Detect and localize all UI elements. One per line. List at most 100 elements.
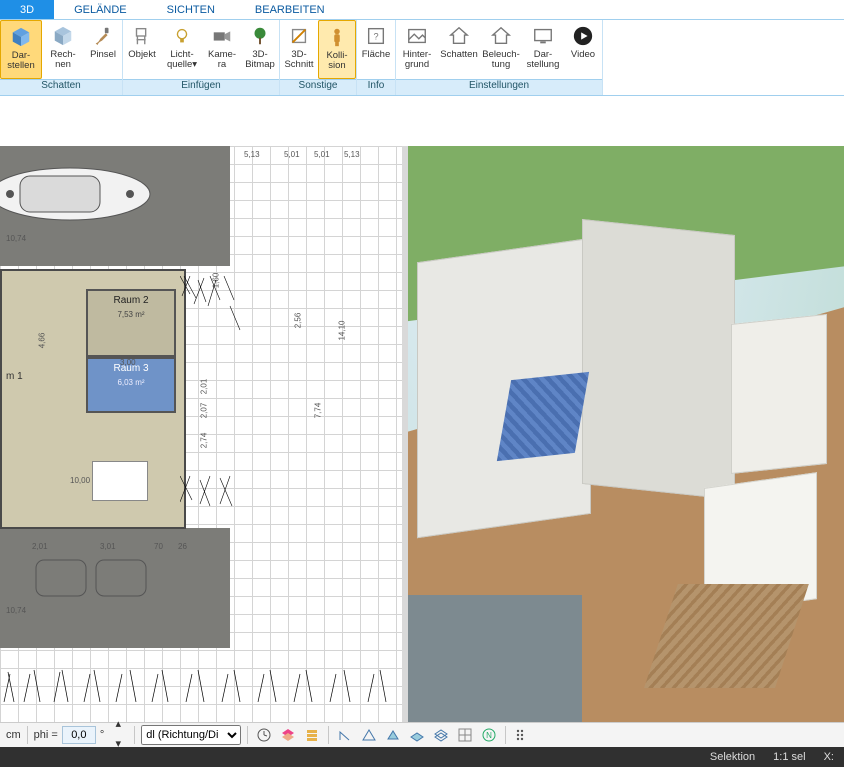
room-area: 7,53 m² (88, 306, 174, 319)
deg-label: ° (100, 729, 104, 741)
btn-3dschnitt[interactable]: 3D- Schnitt (280, 20, 318, 79)
view-3d[interactable] (408, 146, 844, 722)
car-top (0, 154, 160, 234)
dim: 4,66 (37, 333, 46, 349)
bulb-icon (170, 24, 194, 48)
room-area: 6,03 m² (88, 374, 174, 387)
btn-3dbitmap[interactable]: 3D- Bitmap (241, 20, 279, 79)
btn-label: Schatten (440, 50, 478, 60)
tab-bearbeiten[interactable]: BEARBEITEN (235, 0, 345, 19)
room-2: Raum 2 7,53 m² (86, 289, 176, 357)
dim: 10,74 (6, 234, 26, 243)
ribbon: Dar- stellen Rech- nen Pinsel Schatten (0, 20, 844, 96)
car-bot (30, 546, 150, 610)
group-einfuegen: Objekt Licht- quelle▾ Kame- ra 3D- Bitma… (123, 20, 280, 95)
btn-label: Video (571, 50, 595, 60)
viewports: 5,13 5,01 5,01 5,13 10,74 Raum 2 7,53 m²… (0, 146, 844, 722)
tab-sichten[interactable]: SICHTEN (147, 0, 235, 19)
btn-kamera[interactable]: Kame- ra (203, 20, 241, 79)
angle-icon[interactable] (335, 725, 355, 745)
background-icon (405, 24, 429, 48)
cabinet (731, 314, 827, 474)
btn-label: Dar- stellen (7, 51, 34, 71)
btn-hintergrund[interactable]: Hinter- grund (396, 20, 438, 79)
house-icon (447, 24, 471, 48)
btn-pinsel[interactable]: Pinsel (84, 20, 122, 79)
roof-icon[interactable] (431, 725, 451, 745)
stack-icon[interactable] (302, 725, 322, 745)
btn-rechnen[interactable]: Rech- nen (42, 20, 84, 79)
room-tile (497, 372, 590, 461)
status-bar: Selektion 1:1 sel X: (0, 747, 844, 767)
dim: 3,00 (120, 358, 136, 367)
n-icon[interactable]: N (479, 725, 499, 745)
tree-icon (248, 24, 272, 48)
btn-label: Dar- stellung (527, 50, 560, 70)
btn-label: Kame- ra (208, 50, 236, 70)
phi-up-icon[interactable]: ▴ (108, 715, 128, 735)
btn-label: Hinter- grund (403, 50, 432, 70)
wall (582, 219, 735, 500)
svg-text:N: N (486, 731, 492, 740)
tab-gelaende[interactable]: GELÄNDE (54, 0, 147, 19)
room-name: m 1 (6, 371, 23, 382)
btn-label: Rech- nen (50, 50, 75, 70)
btn-kollision[interactable]: Kolli- sion (318, 20, 356, 79)
room-name: Raum 2 (88, 291, 174, 306)
btn-label: Kolli- sion (326, 51, 347, 71)
phi-input[interactable] (62, 726, 96, 744)
cube-icon (51, 24, 75, 48)
dim: 10,00 (70, 476, 90, 485)
dim: 2,01 (32, 542, 48, 551)
grid-icon[interactable] (455, 725, 475, 745)
bottom-toolbar: cm phi = ° ▴ ▾ dl (Richtung/Di N (0, 722, 844, 747)
dim: 5,01 (314, 150, 330, 159)
dim: 5,13 (244, 150, 260, 159)
dim: 10,74 (6, 606, 26, 615)
grass-bottom (0, 644, 400, 702)
group-label: Einfügen (123, 79, 279, 95)
status-scale: 1:1 sel (773, 751, 805, 763)
dim: 5,13 (344, 150, 360, 159)
clock-icon[interactable] (254, 725, 274, 745)
group-label: Schatten (0, 79, 122, 95)
status-x: X: (824, 751, 834, 763)
view-2d[interactable]: 5,13 5,01 5,01 5,13 10,74 Raum 2 7,53 m²… (0, 146, 402, 722)
brush-icon (91, 24, 115, 48)
group-label: Einstellungen (396, 79, 602, 95)
btn-label: Fläche (362, 50, 391, 60)
house-icon (489, 24, 513, 48)
dim: 14,10 (338, 320, 347, 340)
edge-icon[interactable] (359, 725, 379, 745)
btn-darstellen[interactable]: Dar- stellen (0, 20, 42, 79)
group-label: Sonstige (280, 79, 356, 95)
btn-label: Objekt (128, 50, 155, 60)
direction-select[interactable]: dl (Richtung/Di (141, 725, 241, 745)
camera-icon (210, 24, 234, 48)
dim: 70 (154, 542, 163, 551)
dim: 3,01 (100, 542, 116, 551)
slab-icon[interactable] (407, 725, 427, 745)
btn-video[interactable]: Video (564, 20, 602, 79)
btn-beleuchtung[interactable]: Beleuch- tung (480, 20, 522, 79)
tab-3d[interactable]: 3D (0, 0, 54, 19)
face-icon[interactable] (383, 725, 403, 745)
screen-icon (531, 24, 555, 48)
btn-label: Licht- quelle▾ (167, 50, 197, 70)
table (92, 461, 148, 501)
phi-label: phi = (34, 729, 58, 741)
chair-icon (130, 24, 154, 48)
area-icon: ? (364, 24, 388, 48)
btn-lichtquelle[interactable]: Licht- quelle▾ (161, 20, 203, 79)
person-icon (325, 25, 349, 49)
status-selektion: Selektion (710, 751, 755, 763)
dots-icon[interactable] (512, 725, 532, 745)
dim: 5,01 (284, 150, 300, 159)
btn-objekt[interactable]: Objekt (123, 20, 161, 79)
btn-darstellung[interactable]: Dar- stellung (522, 20, 564, 79)
layers-icon[interactable] (278, 725, 298, 745)
btn-flaeche[interactable]: ? Fläche (357, 20, 395, 79)
section-icon (287, 24, 311, 48)
btn-schatten[interactable]: Schatten (438, 20, 480, 79)
btn-label: Beleuch- tung (482, 50, 520, 70)
